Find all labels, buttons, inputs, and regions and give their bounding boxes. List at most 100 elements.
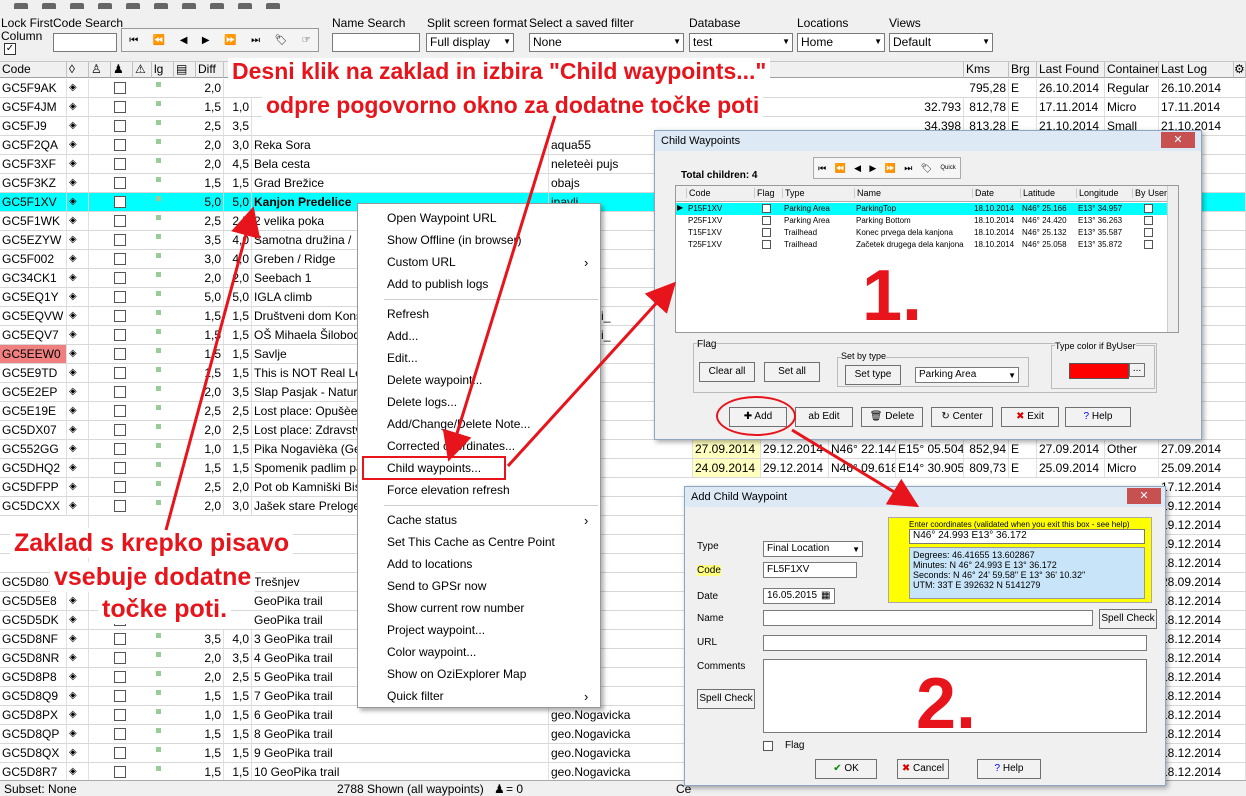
name-search-input[interactable] [332, 33, 420, 52]
help-button[interactable]: ? Help [1065, 407, 1131, 427]
first-record-icon[interactable]: ⏮ [129, 35, 138, 46]
toolbar-icon[interactable] [182, 3, 196, 9]
edit-button[interactable]: ab Edit [795, 407, 853, 427]
col-header-last-found[interactable]: Last Found [1037, 62, 1105, 78]
toolbar-icon[interactable] [42, 3, 56, 9]
user-flag-checkbox[interactable] [114, 253, 126, 265]
next-record-icon[interactable]: ▶ [202, 35, 210, 46]
user-flag-checkbox[interactable] [114, 82, 126, 94]
last-icon[interactable]: ⏭ [904, 163, 912, 174]
child-flag-checkbox[interactable] [762, 216, 771, 225]
child-col-header[interactable]: By User [1132, 188, 1168, 198]
menu-show-offline[interactable]: Show Offline (in browser) [387, 233, 522, 247]
user-flag-checkbox[interactable] [114, 215, 126, 227]
lock-column-checkbox[interactable]: ✓ [4, 43, 16, 55]
user-flag-checkbox[interactable] [114, 633, 126, 645]
child-col-header[interactable]: Code [686, 188, 754, 198]
col-header-user-flag[interactable]: ♟ [111, 62, 133, 78]
child-table-row[interactable]: ▶ P15F1XV Parking Area ParkingTop 18.10.2014… [676, 203, 1168, 215]
user-flag-checkbox[interactable] [114, 709, 126, 721]
child-dialog-close-button[interactable]: ✕ [1161, 132, 1195, 148]
toolbar-icon[interactable] [98, 3, 112, 9]
choose-color-button[interactable]: ... [1129, 363, 1145, 377]
menu-open-waypoint-url[interactable]: Open Waypoint URL [387, 211, 497, 225]
user-flag-checkbox[interactable] [114, 747, 126, 759]
type-select[interactable]: Parking Area [915, 367, 1019, 383]
col-header-type-icon[interactable]: ◊ [67, 62, 89, 78]
col-header-warning[interactable]: ⚠ [133, 62, 152, 78]
menu-delete-logs[interactable]: Delete logs... [387, 395, 457, 409]
user-flag-checkbox[interactable] [114, 728, 126, 740]
table-row[interactable]: ◈GC552GG1,01,5Pika Nogavièka (Geavicka27… [0, 440, 1246, 459]
toolbar-icon[interactable] [210, 3, 224, 9]
user-flag-checkbox[interactable] [114, 177, 126, 189]
user-flag-checkbox[interactable] [114, 329, 126, 341]
last-record-icon[interactable]: ⏭ [251, 35, 260, 46]
user-flag-checkbox[interactable] [114, 386, 126, 398]
menu-add-publish-logs[interactable]: Add to publish logs [387, 277, 488, 291]
ok-button[interactable]: ✔ OK [815, 759, 877, 779]
flag-checkbox[interactable] [763, 741, 773, 751]
type-color-swatch[interactable] [1069, 363, 1129, 379]
child-col-header[interactable]: Longitude [1076, 188, 1132, 198]
next-icon[interactable]: ▶ [869, 163, 876, 174]
add-help-button[interactable]: ? Help [977, 759, 1041, 779]
waypoint-type-select[interactable]: Final Location [763, 541, 863, 557]
next-page-icon[interactable]: ⏩ [885, 163, 896, 174]
child-flag-checkbox[interactable] [762, 240, 771, 249]
split-screen-select[interactable]: Full display [426, 33, 514, 52]
comments-spell-check-button[interactable]: Spell Check [697, 689, 755, 709]
user-flag-checkbox[interactable] [114, 462, 126, 474]
next-page-icon[interactable]: ⏩ [224, 35, 236, 46]
user-flag-checkbox[interactable] [114, 443, 126, 455]
user-flag-checkbox[interactable] [114, 139, 126, 151]
set-type-button[interactable]: Set type [845, 365, 901, 385]
user-flag-checkbox[interactable] [114, 310, 126, 322]
child-table-row[interactable]: T25F1XV Trailhead Začetek drugega dela kan… [676, 239, 1168, 251]
toolbar-icon[interactable] [14, 3, 28, 9]
menu-add[interactable]: Add... [387, 329, 418, 343]
menu-corrected-coordinates[interactable]: Corrected coordinates... [387, 439, 515, 453]
user-flag-checkbox[interactable] [114, 652, 126, 664]
col-header-code[interactable]: Code [0, 62, 67, 78]
menu-force-elevation[interactable]: Force elevation refresh [387, 483, 510, 497]
menu-project-waypoint[interactable]: Project waypoint... [387, 623, 485, 637]
child-by-user-checkbox[interactable] [1144, 228, 1153, 237]
user-flag-checkbox[interactable] [114, 120, 126, 132]
child-table-row[interactable]: P25F1XV Parking Area Parking Bottom 18.10.2… [676, 215, 1168, 227]
toolbar-icon[interactable] [154, 3, 168, 9]
col-header-kms[interactable]: Kms [964, 62, 1009, 78]
col-header-last-log[interactable]: Last Log [1159, 62, 1234, 78]
center-button[interactable]: ↻ Center [931, 407, 993, 427]
first-icon[interactable]: ⏮ [818, 163, 826, 174]
child-table-row[interactable]: T15F1XV Trailhead Konec prvega dela kanjon… [676, 227, 1168, 239]
user-flag-checkbox[interactable] [114, 405, 126, 417]
tag-icon[interactable]: 🏷 [921, 163, 932, 174]
user-flag-checkbox[interactable] [114, 348, 126, 360]
calendar-icon[interactable]: ▦ [821, 590, 830, 601]
code-search-input[interactable] [53, 33, 117, 52]
user-flag-checkbox[interactable] [114, 101, 126, 113]
menu-edit[interactable]: Edit... [387, 351, 418, 365]
child-by-user-checkbox[interactable] [1144, 204, 1153, 213]
col-header-travel-bug[interactable]: ♙ [89, 62, 111, 78]
bookmark-icon[interactable]: 🏷 [275, 35, 288, 46]
exit-button[interactable]: ✖ Exit [1001, 407, 1059, 427]
set-all-button[interactable]: Set all [764, 362, 820, 382]
add-dialog-close-button[interactable]: ✕ [1127, 488, 1161, 504]
locations-select[interactable]: Home [797, 33, 885, 52]
pointer-icon[interactable]: ☞ [302, 35, 311, 46]
col-header-diff[interactable]: Diff [196, 62, 224, 78]
prev-page-icon[interactable]: ⏪ [153, 35, 165, 46]
child-col-header[interactable]: Type [782, 188, 854, 198]
toolbar-icon[interactable] [126, 3, 140, 9]
menu-refresh[interactable]: Refresh [387, 307, 429, 321]
toolbar-icon[interactable] [70, 3, 84, 9]
user-flag-checkbox[interactable] [114, 690, 126, 702]
user-flag-checkbox[interactable] [114, 500, 126, 512]
menu-color-waypoint[interactable]: Color waypoint... [387, 645, 476, 659]
saved-filter-select[interactable]: None [529, 33, 684, 52]
menu-delete-waypoint[interactable]: Delete waypoint... [387, 373, 482, 387]
menu-show-row-number[interactable]: Show current row number [387, 601, 524, 615]
prev-record-icon[interactable]: ◀ [180, 35, 188, 46]
